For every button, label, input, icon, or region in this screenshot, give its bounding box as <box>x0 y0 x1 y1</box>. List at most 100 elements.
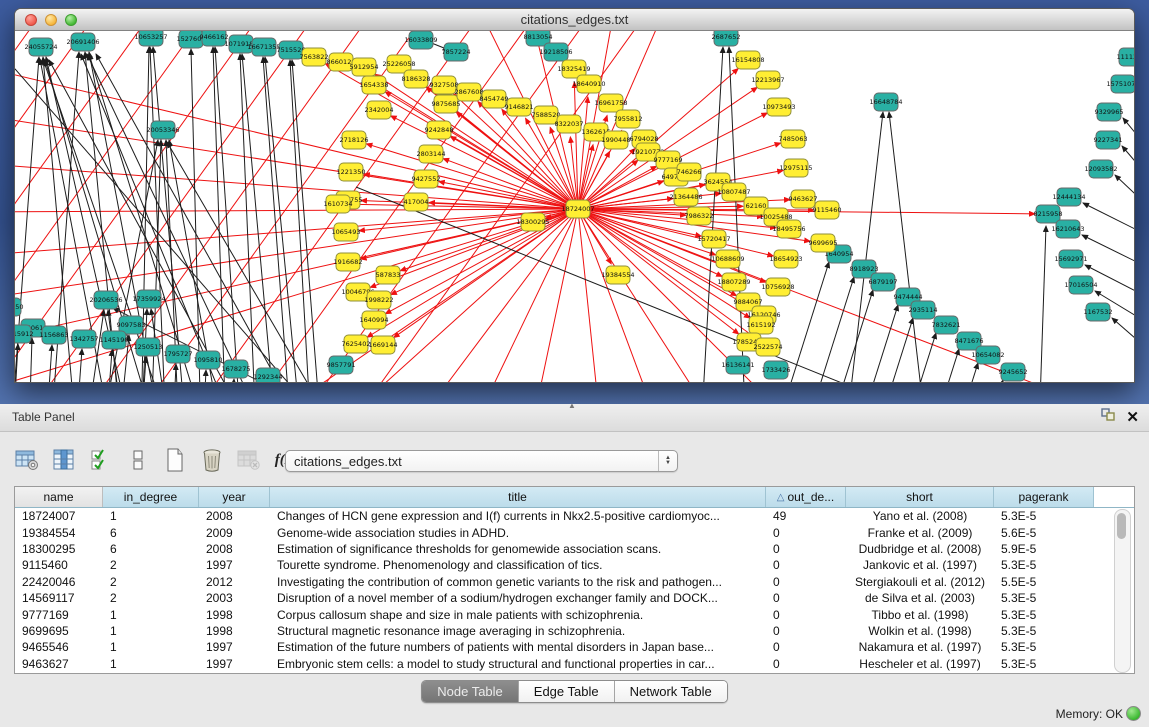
graph-node[interactable]: 2342004 <box>365 101 394 119</box>
cell[interactable]: Structural magnetic resonance image aver… <box>270 624 766 638</box>
graph-node[interactable]: 15692971 <box>1054 250 1087 268</box>
table-row[interactable]: 1456911722003Disruption of a novel membe… <box>15 590 1134 606</box>
table-row[interactable]: 977716911998Corpus callosum shape and si… <box>15 606 1134 622</box>
cell[interactable]: 5.3E-5 <box>994 591 1094 605</box>
graph-node[interactable]: 7955812 <box>614 110 643 128</box>
graph-node[interactable]: 18724007 <box>561 200 594 218</box>
graph-node[interactable]: 1292344 <box>254 368 283 383</box>
cell[interactable]: 0 <box>766 558 846 572</box>
cell[interactable]: Stergiakouli et al. (2012) <box>846 575 994 589</box>
panel-resize-handle-icon[interactable]: ▲ <box>568 401 576 410</box>
table-row[interactable]: 946554611997Estimation of the future num… <box>15 639 1134 655</box>
graph-node[interactable]: 1610734 <box>324 195 353 213</box>
cell[interactable]: de Silva et al. (2003) <box>846 591 994 605</box>
graph-node[interactable]: 20053346 <box>146 121 179 139</box>
graph-node[interactable]: 12444134 <box>1052 188 1085 206</box>
cell[interactable]: 0 <box>766 624 846 638</box>
graph-node[interactable]: 17359924 <box>132 290 165 308</box>
cell[interactable]: 1997 <box>199 657 270 671</box>
cell[interactable]: 5.9E-5 <box>994 542 1094 556</box>
cell[interactable]: 18724007 <box>15 509 103 523</box>
graph-node[interactable]: 1733426 <box>762 361 791 379</box>
graph-node[interactable]: 15751074 <box>1106 75 1134 93</box>
graph-node[interactable]: 24055724 <box>24 38 57 56</box>
column-header-short[interactable]: short <box>846 487 994 507</box>
graph-node[interactable]: 21364486 <box>669 188 702 206</box>
graph-node[interactable]: 12975115 <box>779 159 812 177</box>
table-row[interactable]: 1938455462009Genome-wide association stu… <box>15 524 1134 540</box>
cell[interactable]: 2008 <box>199 509 270 523</box>
graph-node[interactable]: 9115460 <box>813 201 842 219</box>
cell[interactable]: 2 <box>103 558 199 572</box>
cell[interactable]: 5.3E-5 <box>994 558 1094 572</box>
graph-node[interactable]: 17016504 <box>1064 276 1097 294</box>
graph-node[interactable]: 1990448 <box>602 131 631 149</box>
graph-node[interactable]: 18654923 <box>769 250 802 268</box>
cell[interactable]: Estimation of significance thresholds fo… <box>270 542 766 556</box>
cell[interactable]: 19384554 <box>15 526 103 540</box>
cell[interactable]: Tibbo et al. (1998) <box>846 608 994 622</box>
graph-node[interactable]: 16648784 <box>869 93 902 111</box>
cell[interactable]: 1998 <box>199 608 270 622</box>
graph-node[interactable]: 9245652 <box>999 363 1028 381</box>
graph-node[interactable]: 1998222 <box>365 291 394 309</box>
graph-node[interactable]: 12093582 <box>1084 160 1117 178</box>
network-graph[interactable]: 2405572420691406106532571527602946616210… <box>15 31 1134 383</box>
graph-node[interactable]: 1111304 <box>1117 48 1134 66</box>
graph-node[interactable]: 20206536 <box>89 291 122 309</box>
graph-node[interactable]: 9699695 <box>809 234 838 252</box>
graph-node[interactable]: 1669144 <box>369 336 398 354</box>
vertical-scrollbar[interactable] <box>1114 509 1131 673</box>
network-canvas[interactable]: 2405572420691406106532571527602946616210… <box>15 31 1134 383</box>
cell[interactable]: Tourette syndrome. Phenomenology and cla… <box>270 558 766 572</box>
cell[interactable]: Hescheler et al. (1997) <box>846 657 994 671</box>
graph-node[interactable]: 9227341 <box>1094 131 1123 149</box>
cell[interactable]: 9115460 <box>15 558 103 572</box>
graph-node[interactable]: 1221350 <box>337 163 366 181</box>
graph-node[interactable]: 19218506 <box>539 43 572 61</box>
column-header-title[interactable]: title <box>270 487 766 507</box>
table-row[interactable]: 946362711997Embryonic stem cells: a mode… <box>15 656 1134 672</box>
cell[interactable]: Wolkin et al. (1998) <box>846 624 994 638</box>
cell[interactable]: Genome-wide association studies in ADHD. <box>270 526 766 540</box>
table-row[interactable]: 911546021997Tourette syndrome. Phenomeno… <box>15 557 1134 573</box>
graph-node[interactable]: 19384554 <box>601 266 634 284</box>
graph-node[interactable]: 9329965 <box>1095 103 1124 121</box>
cell[interactable]: 9465546 <box>15 640 103 654</box>
cell[interactable]: 6 <box>103 542 199 556</box>
cell[interactable]: 0 <box>766 591 846 605</box>
cell[interactable]: Nakamura et al. (1997) <box>846 640 994 654</box>
cell[interactable]: Jankovic et al. (1997) <box>846 558 994 572</box>
graph-node[interactable]: 9427552 <box>412 170 441 188</box>
cell[interactable]: 0 <box>766 542 846 556</box>
cell[interactable]: 6 <box>103 526 199 540</box>
cell[interactable]: 0 <box>766 640 846 654</box>
cell[interactable]: 1 <box>103 657 199 671</box>
cell[interactable]: 2 <box>103 591 199 605</box>
graph-node[interactable]: 16154808 <box>731 51 764 69</box>
graph-node[interactable]: 2935114 <box>909 301 938 319</box>
cell[interactable]: 2012 <box>199 575 270 589</box>
graph-node[interactable]: 16961758 <box>594 94 627 112</box>
column-header-name[interactable]: name <box>15 487 103 507</box>
table-row[interactable]: 1872400712008Changes of HCN gene express… <box>15 508 1134 524</box>
graph-node[interactable]: 9857791 <box>327 356 356 374</box>
cell[interactable]: Dudbridge et al. (2008) <box>846 542 994 556</box>
cell[interactable]: Estimation of the future numbers of pati… <box>270 640 766 654</box>
graph-node[interactable]: 16136141 <box>721 356 754 374</box>
graph-node[interactable]: 16210643 <box>1051 220 1084 238</box>
cell[interactable]: Yano et al. (2008) <box>846 509 994 523</box>
graph-node[interactable]: 5912954 <box>350 58 379 76</box>
cell[interactable]: 5.3E-5 <box>994 640 1094 654</box>
column-header-pagerank[interactable]: pagerank <box>994 487 1094 507</box>
cell[interactable]: 18300295 <box>15 542 103 556</box>
cell[interactable]: 5.3E-5 <box>994 509 1094 523</box>
graph-node[interactable]: 7563822 <box>300 48 329 66</box>
cell[interactable]: 1 <box>103 624 199 638</box>
cell[interactable]: 9777169 <box>15 608 103 622</box>
new-document-icon[interactable] <box>162 447 188 473</box>
graph-node[interactable]: 1678275 <box>222 360 251 378</box>
graph-node[interactable]: 9146821 <box>505 98 534 116</box>
graph-node[interactable]: 7485063 <box>779 130 808 148</box>
graph-node[interactable]: 10653257 <box>134 31 167 46</box>
